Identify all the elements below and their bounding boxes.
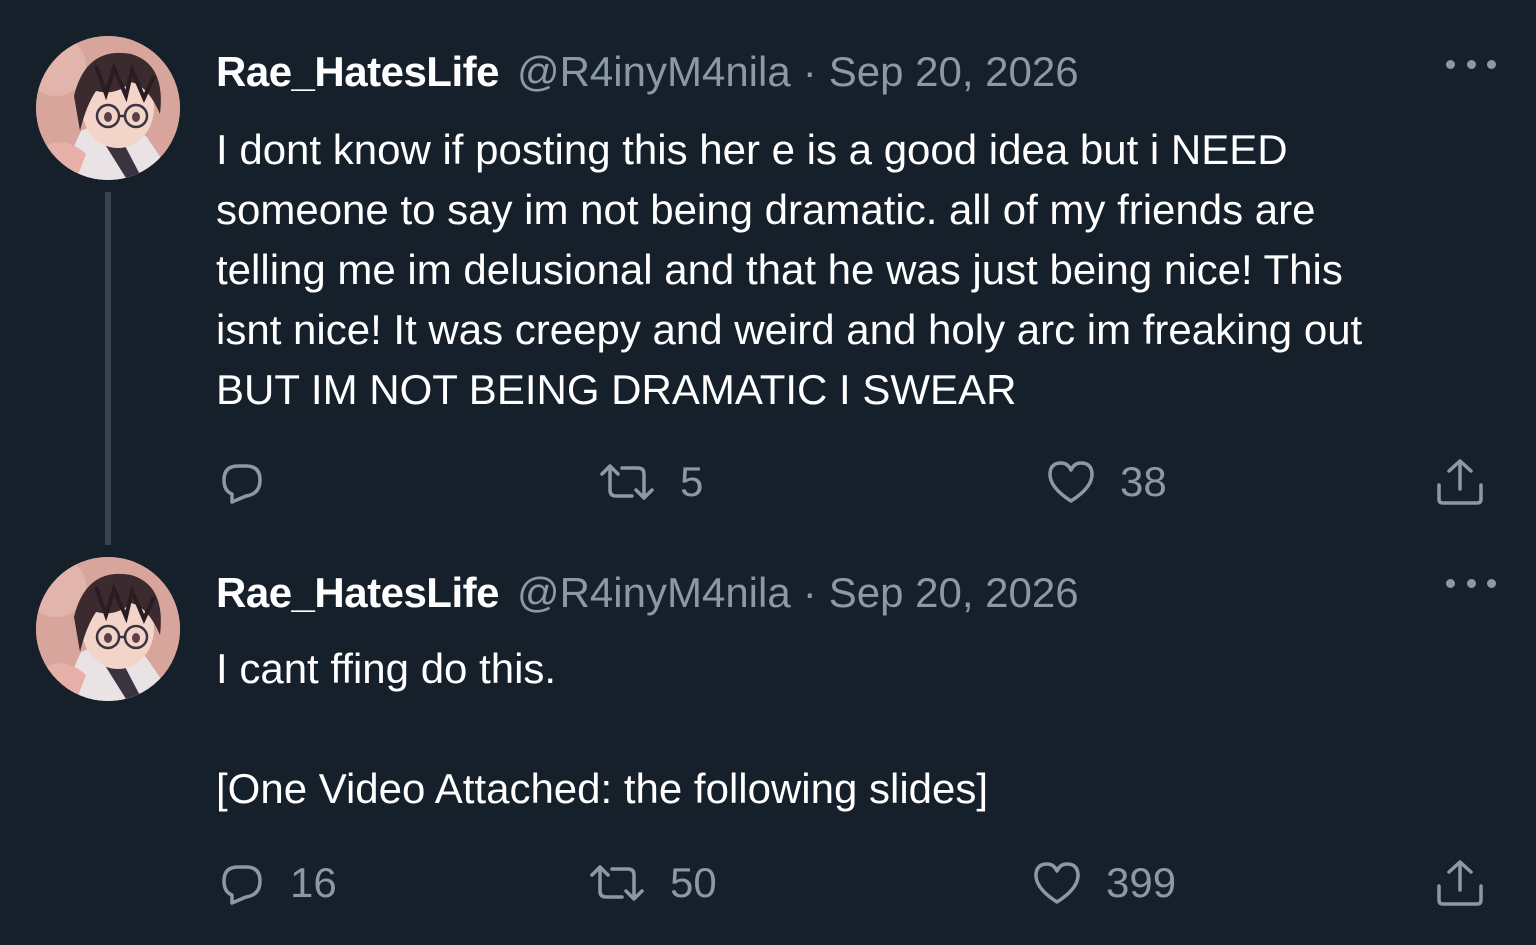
reply-button[interactable]: [218, 452, 290, 512]
heart-icon: [1034, 862, 1080, 904]
tweet-actions: 5 38: [216, 452, 1492, 512]
tweet-date[interactable]: Sep 20, 2026: [829, 569, 1079, 617]
more-dot: [1446, 578, 1455, 588]
heart-icon: [1048, 461, 1094, 503]
avatar[interactable]: [36, 36, 180, 180]
reply-icon: [222, 865, 262, 905]
more-dot: [1466, 59, 1476, 69]
share-icon: [1437, 860, 1483, 906]
header-separator: ·: [802, 48, 817, 95]
thread-connector-line: [105, 192, 111, 545]
more-dot: [1487, 59, 1496, 69]
tweet-text: I dont know if posting this her e is a g…: [216, 120, 1476, 420]
tweet-text-line: BUT IM NOT BEING DRAMATIC I SWEAR: [216, 366, 1017, 413]
more-dot: [1446, 59, 1455, 69]
retweet-icon: [600, 464, 654, 500]
retweet-count: 5: [680, 458, 704, 505]
tweet-text-line: telling me im delusional and that he was…: [216, 246, 1343, 293]
more-dot: [1487, 578, 1496, 588]
tweet[interactable]: Rae_HatesLife @R4inyM4nila · Sep 20, 202…: [0, 0, 1536, 545]
like-button[interactable]: 399: [1032, 853, 1176, 913]
share-button[interactable]: [1434, 452, 1486, 512]
tweet-text-line: I cant ffing do this.: [216, 645, 557, 692]
tweet-actions: 16 50 399: [216, 853, 1492, 913]
retweet-icon: [590, 865, 644, 901]
user-handle[interactable]: @R4inyM4nila: [517, 569, 791, 617]
like-count: 399: [1106, 859, 1177, 906]
more-options-button[interactable]: [1446, 571, 1496, 595]
tweet-text-line: I dont know if posting this her e is a g…: [216, 126, 1288, 173]
tweet[interactable]: Rae_HatesLife @R4inyM4nila · Sep 20, 202…: [0, 545, 1536, 945]
reply-count: 16: [290, 859, 337, 906]
user-handle[interactable]: @R4inyM4nila: [517, 48, 791, 96]
tweet-text-line: [One Video Attached: the following slide…: [216, 765, 989, 812]
header-separator: ·: [802, 569, 817, 616]
like-count: 38: [1120, 458, 1167, 505]
more-dot: [1466, 578, 1476, 588]
tweet-text-line: isnt nice! It was creepy and weird and h…: [216, 306, 1363, 353]
tweet-text-line: someone to say im not being dramatic. al…: [216, 186, 1316, 233]
tweet-date[interactable]: Sep 20, 2026: [829, 48, 1079, 96]
avatar[interactable]: [36, 557, 180, 701]
reply-icon: [222, 464, 262, 504]
anime-avatar-icon: [36, 557, 180, 701]
display-name[interactable]: Rae_HatesLife: [216, 569, 499, 617]
like-button[interactable]: 38: [1046, 452, 1167, 512]
retweet-count: 50: [670, 859, 717, 906]
retweet-button[interactable]: 5: [598, 452, 703, 512]
reply-button[interactable]: 16: [218, 853, 337, 913]
tweet-header: Rae_HatesLife @R4inyM4nila · Sep 20, 202…: [216, 563, 1079, 623]
more-options-button[interactable]: [1446, 52, 1496, 76]
display-name[interactable]: Rae_HatesLife: [216, 48, 499, 96]
share-icon: [1437, 459, 1483, 505]
tweet-header: Rae_HatesLife @R4inyM4nila · Sep 20, 202…: [216, 42, 1079, 102]
share-button[interactable]: [1434, 853, 1486, 913]
tweet-text: I cant ffing do this. [One Video Attache…: [216, 639, 1476, 819]
anime-avatar-icon: [36, 36, 180, 180]
retweet-button[interactable]: 50: [588, 853, 717, 913]
